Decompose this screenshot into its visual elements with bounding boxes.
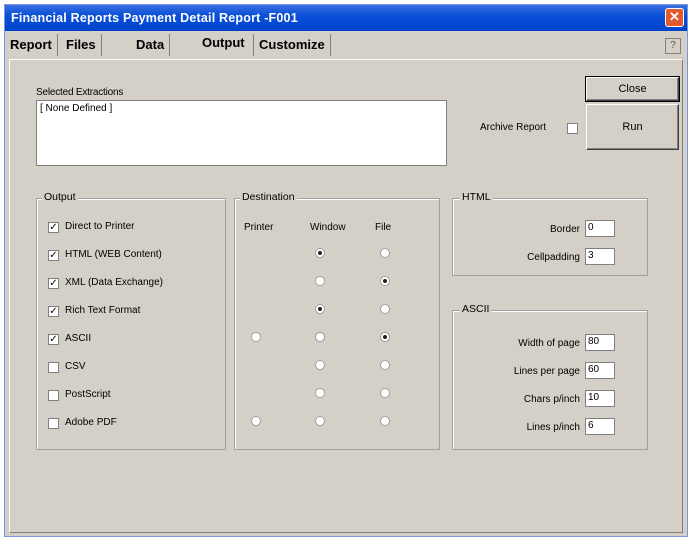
selected-extractions-value: [ None Defined ] (40, 103, 113, 114)
checkbox-checked-icon[interactable]: ✓ (48, 306, 59, 317)
checkbox-unchecked-icon[interactable] (48, 418, 59, 429)
border-label: Border (549, 224, 580, 235)
tab-bar: Report Files Data Output Customize ? (5, 31, 687, 59)
destination-radio-window[interactable] (315, 332, 325, 342)
archive-report-checkbox[interactable] (567, 123, 578, 134)
tab-report[interactable]: Report (5, 34, 58, 56)
destination-col-window: Window (310, 222, 346, 233)
ascii-group-label: ASCII (460, 303, 492, 315)
cellpadding-label: Cellpadding (527, 252, 580, 263)
destination-radio-file[interactable] (380, 332, 390, 342)
tab-output[interactable]: Output (197, 32, 250, 54)
run-button[interactable]: Run (586, 104, 679, 150)
help-icon[interactable]: ? (665, 38, 681, 54)
chars-per-inch-label: Chars p/inch (523, 394, 580, 405)
output-group-label: Output (42, 191, 78, 203)
checkbox-unchecked-icon[interactable] (48, 390, 59, 401)
destination-radio-file[interactable] (380, 248, 390, 258)
selected-extractions-label: Selected Extractions (36, 87, 124, 98)
title-bar[interactable]: Financial Reports Payment Detail Report … (5, 5, 687, 31)
checkbox-checked-icon[interactable]: ✓ (48, 278, 59, 289)
destination-radio-file[interactable] (380, 416, 390, 426)
width-of-page-input[interactable]: 80 (585, 334, 615, 351)
destination-radio-window[interactable] (315, 304, 325, 314)
tab-data[interactable]: Data (131, 34, 171, 56)
html-group-label: HTML (460, 191, 493, 203)
destination-radio-window[interactable] (315, 388, 325, 398)
selected-extractions-list[interactable]: [ None Defined ] (36, 100, 447, 166)
tab-files[interactable]: Files (61, 34, 102, 56)
checkbox-checked-icon[interactable]: ✓ (48, 222, 59, 233)
destination-col-printer: Printer (244, 222, 274, 233)
destination-radio-file[interactable] (380, 388, 390, 398)
lines-per-page-input[interactable]: 60 (585, 362, 615, 379)
checkbox-unchecked-icon[interactable] (48, 362, 59, 373)
tab-customize[interactable]: Customize (253, 34, 331, 56)
window-title: Financial Reports Payment Detail Report … (11, 11, 298, 25)
destination-radio-file[interactable] (380, 276, 390, 286)
destination-radio-file[interactable] (380, 360, 390, 370)
close-button[interactable]: Close (585, 76, 680, 102)
border-input[interactable]: 0 (585, 220, 615, 237)
destination-radio-window[interactable] (315, 360, 325, 370)
lines-per-inch-label: Lines p/inch (526, 422, 580, 433)
checkbox-checked-icon[interactable]: ✓ (48, 250, 59, 261)
destination-group (234, 198, 440, 450)
output-group (36, 198, 226, 450)
destination-radio-printer[interactable] (251, 416, 261, 426)
chars-per-inch-input[interactable]: 10 (585, 390, 615, 407)
width-of-page-label: Width of page (518, 338, 580, 349)
lines-per-page-label: Lines per page (513, 366, 580, 377)
destination-radio-printer[interactable] (251, 332, 261, 342)
destination-radio-window[interactable] (315, 416, 325, 426)
destination-group-label: Destination (240, 191, 297, 203)
lines-per-inch-input[interactable]: 6 (585, 418, 615, 435)
checkbox-checked-icon[interactable]: ✓ (48, 334, 59, 345)
destination-radio-file[interactable] (380, 304, 390, 314)
close-window-icon[interactable]: ✕ (665, 8, 684, 27)
html-group (452, 198, 648, 276)
destination-col-file: File (375, 222, 392, 233)
cellpadding-input[interactable]: 3 (585, 248, 615, 265)
archive-report-label: Archive Report (480, 122, 547, 133)
destination-radio-window[interactable] (315, 248, 325, 258)
destination-radio-window[interactable] (315, 276, 325, 286)
